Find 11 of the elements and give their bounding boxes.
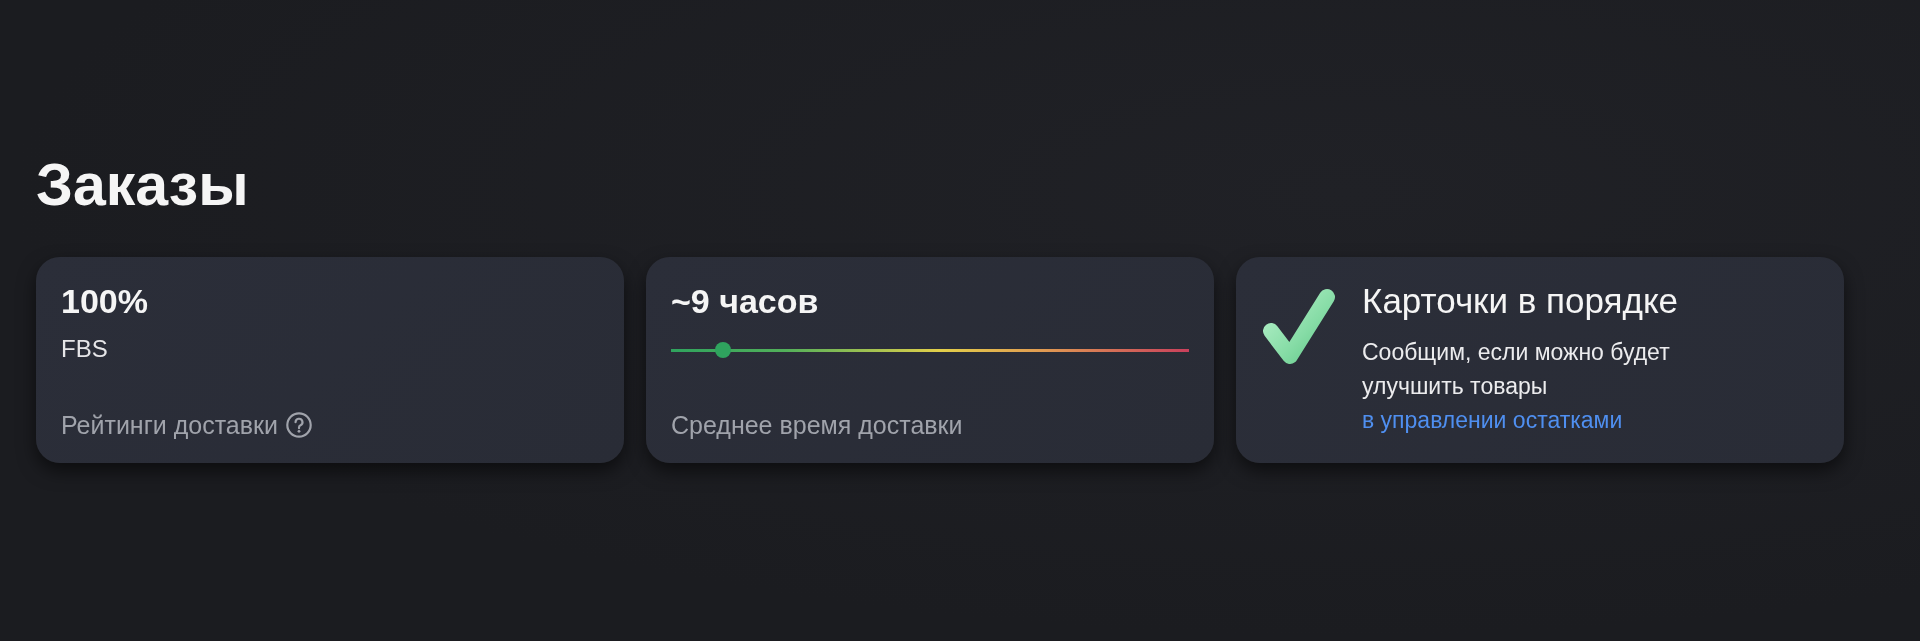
scale-value: ~9 часов — [671, 281, 819, 321]
page-title: Заказы — [36, 151, 249, 220]
stock-management-link[interactable]: в управлении остатками — [1362, 407, 1623, 433]
metric-label: Рейтинги доставки — [61, 410, 278, 441]
status-text: Сообщим, если можно будет улучшить товары в управлении остатками — [1362, 338, 1671, 435]
help-icon[interactable] — [285, 412, 312, 438]
metric-subtitle: FBS — [61, 334, 108, 364]
check-icon — [1262, 288, 1336, 365]
status-title: Карточки в порядке — [1362, 281, 1679, 321]
metric-value: 100% — [61, 281, 148, 321]
scale-label: Среднее время доставки — [671, 410, 963, 441]
